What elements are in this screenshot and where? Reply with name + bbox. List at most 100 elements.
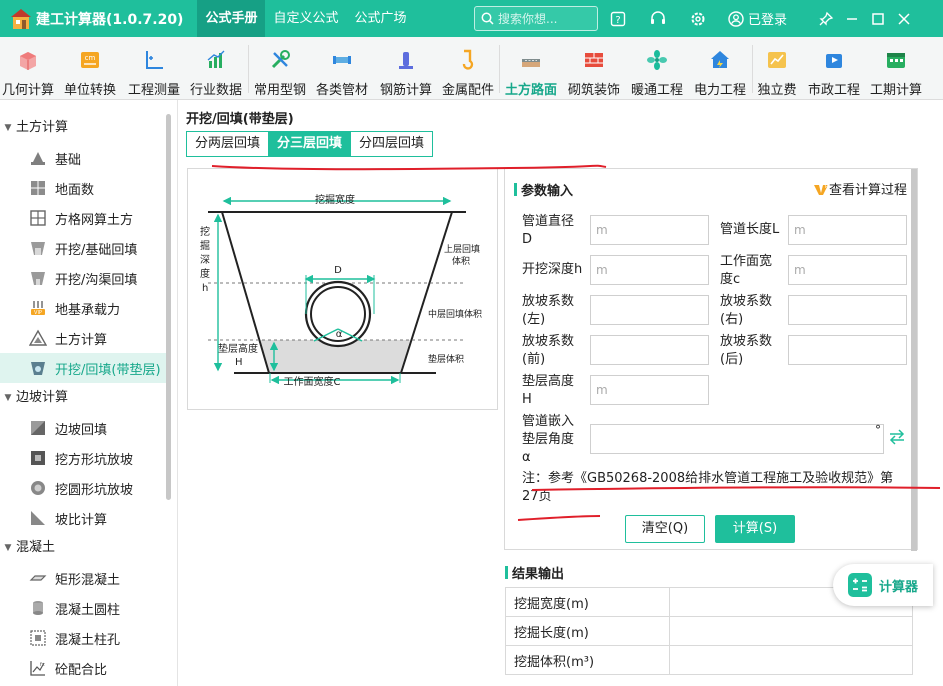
view-process-button[interactable]: P 查看计算过程: [813, 179, 907, 198]
swap-arrows-icon[interactable]: [888, 429, 906, 445]
sidebar-item-mix-ratio[interactable]: fx 砼配合比: [0, 653, 166, 683]
section-bar: [514, 183, 517, 196]
calculate-button[interactable]: 计算(S): [715, 515, 795, 543]
slope-front-input[interactable]: [590, 335, 709, 365]
maximize-icon[interactable]: [868, 9, 888, 29]
survey-ruler-icon: [146, 51, 163, 69]
slope-back-input[interactable]: [788, 335, 907, 365]
tool-geometry[interactable]: 几何计算: [0, 37, 56, 99]
customer-service-icon[interactable]: [648, 9, 668, 29]
sidebar-scrollbar[interactable]: [166, 114, 171, 500]
svg-text:VIP: VIP: [34, 310, 42, 316]
sidebar-item-foundation-backfill[interactable]: 开挖/基础回填: [0, 233, 166, 263]
settings-gear-icon[interactable]: [688, 9, 708, 29]
tool-earthwork-road[interactable]: 土方路面: [501, 37, 561, 99]
login-status[interactable]: 已登录: [728, 9, 787, 28]
sidebar-item-slope-backfill[interactable]: 边坡回填: [0, 413, 166, 443]
tool-power[interactable]: 电力工程: [690, 37, 750, 99]
formula-icon: fx: [30, 661, 45, 676]
tool-unit-convert[interactable]: cm 单位转换: [60, 37, 120, 99]
sidebar-group-earthwork[interactable]: ▼ 土方计算: [0, 113, 68, 143]
tool-rebar[interactable]: 钢筋计算: [376, 37, 436, 99]
label-depth-2: 掘: [200, 239, 210, 252]
floating-calculator-label: 计算器: [879, 579, 919, 595]
caret-down-icon: ▼: [4, 543, 12, 553]
sidebar-item-backfill-cushion[interactable]: 开挖/回填(带垫层): [0, 353, 166, 383]
tool-municipal[interactable]: 市政工程: [804, 37, 864, 99]
sidebar-item-grid-earthwork[interactable]: 方格网算土方: [0, 203, 166, 233]
label-upper-fill-1: 上层回填: [444, 243, 480, 255]
working-width-input[interactable]: [788, 255, 907, 285]
sidebar-item-trench-backfill[interactable]: 开挖/沟渠回填: [0, 263, 166, 293]
panel-scrollbar[interactable]: [911, 169, 917, 551]
sidebar-item-square-pit[interactable]: 挖方形坑放坡: [0, 443, 166, 473]
label-cushion-volume: 垫层体积: [428, 353, 464, 365]
calendar-icon: [887, 53, 905, 68]
tab-custom-formula[interactable]: 自定义公式: [265, 0, 346, 37]
result-value: [669, 616, 913, 646]
app-logo-icon: [11, 8, 31, 29]
tool-steel-sections[interactable]: 常用型钢: [250, 37, 310, 99]
tool-independent-fee[interactable]: 独立费: [754, 37, 800, 99]
tab-three-layer[interactable]: 分三层回填: [268, 132, 351, 156]
close-icon[interactable]: [894, 9, 914, 29]
tool-survey[interactable]: 工程测量: [124, 37, 184, 99]
label-pipe-length: 管道长度L: [720, 222, 780, 237]
degree-unit: °: [875, 423, 881, 437]
toolbar-divider: [248, 45, 249, 93]
label-depth-5: h: [202, 283, 208, 294]
label-slope-front: 放坡系数 (前): [522, 334, 575, 367]
sidebar-item-earthwork-calc[interactable]: 土方计算: [0, 323, 166, 353]
tool-schedule[interactable]: 工期计算: [866, 37, 926, 99]
tool-masonry[interactable]: 砌筑装饰: [564, 37, 624, 99]
sidebar-group-concrete[interactable]: ▼ 混凝土: [0, 533, 55, 563]
sidebar-item-ground[interactable]: 地面数: [0, 173, 166, 203]
tab-formula-square[interactable]: 公式广场: [347, 0, 415, 37]
pin-icon[interactable]: [816, 9, 836, 29]
tool-metal-fittings[interactable]: 金属配件: [438, 37, 498, 99]
sidebar-item-column-hole[interactable]: 混凝土柱孔: [0, 623, 166, 653]
label-excavation-width: 挖掘宽度: [315, 193, 355, 206]
earthwork-icon: [522, 59, 540, 67]
embed-angle-input[interactable]: [590, 424, 884, 454]
label-upper-fill-2: 体积: [452, 255, 470, 267]
tab-two-layer[interactable]: 分两层回填: [187, 132, 269, 156]
label-depth-3: 深: [200, 254, 210, 266]
pipe-length-input[interactable]: [788, 215, 907, 245]
caret-down-icon: ▼: [4, 393, 12, 403]
help-icon[interactable]: ?: [608, 9, 628, 29]
sidebar-group-slope[interactable]: ▼ 边坡计算: [0, 383, 68, 413]
main-content: 开挖/回填(带垫层) 分两层回填 分三层回填 分四层回填 挖掘宽度 挖 掘 深 …: [179, 100, 943, 686]
sidebar-item-concrete-column[interactable]: 混凝土圆柱: [0, 593, 166, 623]
tool-pipes[interactable]: 各类管材: [312, 37, 372, 99]
bar-chart-icon: [207, 50, 225, 68]
sidebar-item-round-pit[interactable]: 挖圆形坑放坡: [0, 473, 166, 503]
sidebar-item-foundation[interactable]: 基础: [0, 143, 166, 173]
sidebar-item-rect-concrete[interactable]: 矩形混凝土: [0, 563, 166, 593]
cushion-height-input[interactable]: [590, 375, 709, 405]
excavation-depth-input[interactable]: [590, 255, 709, 285]
section-bar: [505, 566, 508, 579]
tab-formula-manual[interactable]: 公式手册: [197, 0, 266, 37]
sidebar-item-bearing-capacity[interactable]: VIP 地基承载力: [0, 293, 166, 323]
search-box[interactable]: [474, 6, 598, 31]
clear-button[interactable]: 清空(Q): [625, 515, 705, 543]
label-cushion-height: 垫层高度: [218, 342, 258, 355]
ground-grid-icon: [31, 181, 45, 195]
tab-four-layer[interactable]: 分四层回填: [350, 132, 433, 156]
toolbar-divider: [752, 45, 753, 93]
fee-chart-icon: [768, 52, 786, 68]
rebar-icon: [399, 52, 413, 69]
slope-right-input[interactable]: [788, 295, 907, 325]
sidebar-item-slope-ratio[interactable]: 坡比计算: [0, 503, 166, 533]
pipe-diameter-input[interactable]: [590, 215, 709, 245]
slope-icon: [31, 421, 45, 435]
search-input[interactable]: [498, 11, 594, 26]
floating-calculator-button[interactable]: 计算器: [833, 564, 933, 606]
label-working-width: 工作面宽 度c: [720, 254, 773, 287]
slope-left-input[interactable]: [590, 295, 709, 325]
minimize-icon[interactable]: [842, 9, 862, 29]
tool-industry-data[interactable]: 行业数据: [186, 37, 246, 99]
tool-hvac[interactable]: 暖通工程: [627, 37, 687, 99]
cylinder-icon: [33, 601, 43, 615]
